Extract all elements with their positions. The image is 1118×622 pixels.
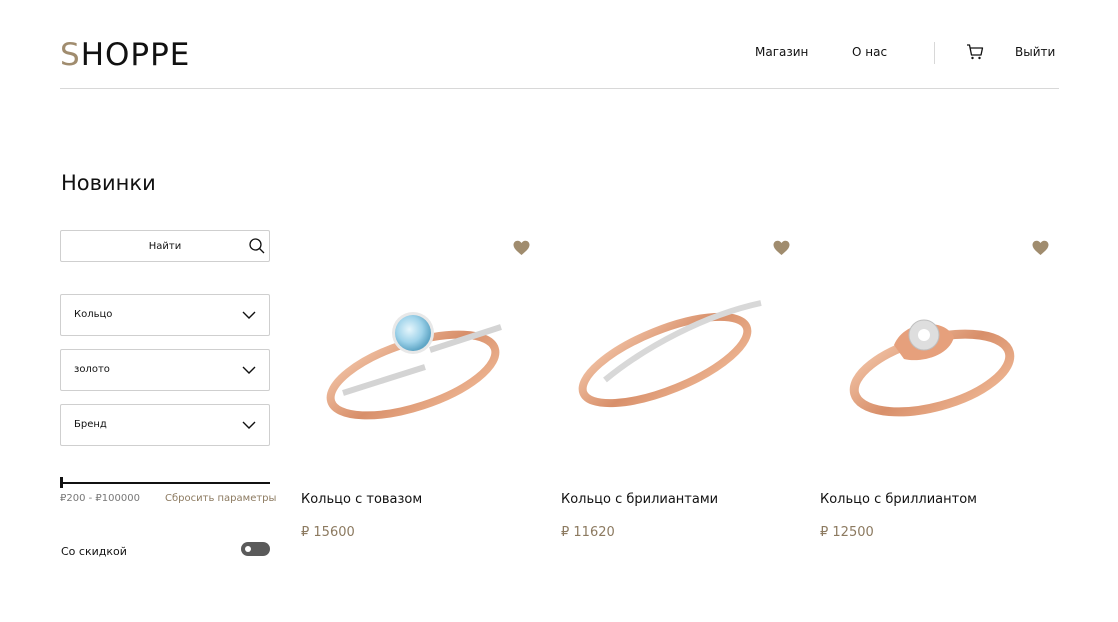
heart-icon[interactable] xyxy=(773,240,790,256)
nav-about-link[interactable]: О нас xyxy=(852,45,887,59)
product-image[interactable] xyxy=(305,275,520,465)
filter-brand-value: Бренд xyxy=(74,419,107,430)
logo-text: HOPPE xyxy=(80,37,191,73)
search-icon[interactable] xyxy=(248,237,266,255)
filter-material-select[interactable]: золото xyxy=(60,349,270,391)
page-title: Новинки xyxy=(61,171,156,195)
price-range-value: ₽200 - ₽100000 xyxy=(60,493,140,504)
chevron-down-icon xyxy=(242,421,256,429)
product-card[interactable]: Кольцо с товазом ₽ 15600 xyxy=(300,235,545,555)
filter-brand-select[interactable]: Бренд xyxy=(60,404,270,446)
product-image[interactable] xyxy=(565,275,780,465)
heart-icon[interactable] xyxy=(1032,240,1049,256)
chevron-down-icon xyxy=(242,366,256,374)
logo-accent-letter: S xyxy=(60,37,81,73)
filter-type-value: Кольцо xyxy=(74,309,113,320)
product-name[interactable]: Кольцо с брилиантами xyxy=(561,492,718,507)
heart-icon[interactable] xyxy=(513,240,530,256)
price-range-track[interactable] xyxy=(60,482,270,484)
search-box xyxy=(60,230,270,262)
product-card[interactable]: Кольцо с бриллиантом ₽ 12500 xyxy=(819,235,1064,555)
product-name[interactable]: Кольцо с товазом xyxy=(301,492,422,507)
reset-filters-link[interactable]: Сбросить параметры xyxy=(165,493,276,504)
site-header: SHOPPE Магазин О нас Выйти xyxy=(60,0,1059,89)
product-price: ₽ 15600 xyxy=(301,525,355,540)
chevron-down-icon xyxy=(242,311,256,319)
nav-divider xyxy=(934,42,935,64)
product-price: ₽ 11620 xyxy=(561,525,615,540)
discount-label: Со скидкой xyxy=(61,545,127,558)
logo[interactable]: SHOPPE xyxy=(60,40,190,71)
product-name[interactable]: Кольцо с бриллиантом xyxy=(820,492,977,507)
nav-logout-link[interactable]: Выйти xyxy=(1015,45,1055,59)
price-range-handle[interactable] xyxy=(60,477,63,488)
filter-material-value: золото xyxy=(74,364,110,375)
product-image[interactable] xyxy=(824,275,1039,465)
product-price: ₽ 12500 xyxy=(820,525,874,540)
discount-toggle[interactable] xyxy=(241,542,270,556)
filter-type-select[interactable]: Кольцо xyxy=(60,294,270,336)
cart-icon[interactable] xyxy=(966,43,984,61)
search-input[interactable] xyxy=(61,231,269,261)
toggle-knob xyxy=(245,546,251,552)
product-card[interactable]: Кольцо с брилиантами ₽ 11620 xyxy=(560,235,805,555)
nav-shop-link[interactable]: Магазин xyxy=(755,45,808,59)
